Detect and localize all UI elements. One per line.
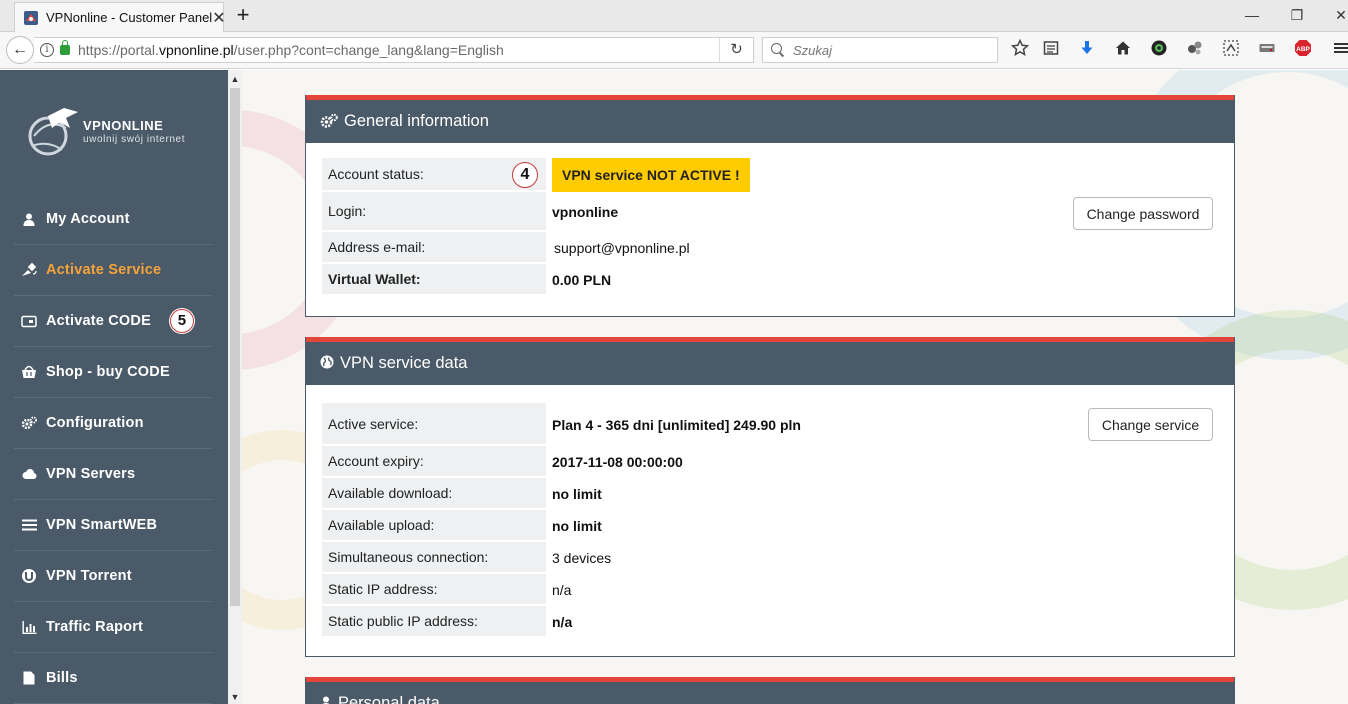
gears-icon (20, 416, 38, 430)
tab-title: VPNonline - Customer Panel (46, 10, 213, 25)
satellite-icon (20, 262, 38, 278)
search-input[interactable] (793, 42, 993, 58)
main-content: General information Account status: VPN … (242, 70, 1348, 704)
star-icon[interactable] (1009, 38, 1031, 61)
menu-icon[interactable] (1330, 39, 1348, 61)
sidebar-menu: My Account Activate Service Activate COD… (14, 194, 212, 704)
wallet-value: 0.00 PLN (552, 272, 612, 288)
login-value: vpnonline (552, 204, 619, 220)
sidebar-item-shop[interactable]: Shop - buy CODE (14, 347, 212, 398)
personal-data-panel: Personal data (305, 677, 1235, 704)
restore-window-icon[interactable]: ❐ (1283, 4, 1311, 26)
reload-icon[interactable]: ↻ (719, 38, 753, 62)
cloud-icon (20, 468, 38, 480)
panel-header: Personal data (306, 677, 1234, 704)
sidebar-item-bills[interactable]: Bills (14, 653, 212, 704)
service-row: Available download: no limit (322, 478, 1217, 510)
site-favicon-icon (23, 10, 39, 26)
change-password-button[interactable]: Change password (1073, 197, 1213, 230)
service-row: Static IP address: n/a (322, 574, 1217, 606)
service-row: Active service: Plan 4 - 365 dni [unlimi… (322, 403, 1217, 446)
scrollbar-thumb[interactable] (230, 88, 240, 606)
panel-title: Personal data (338, 694, 440, 704)
sidebar-item-my-account[interactable]: My Account (14, 194, 212, 245)
bar-chart-icon (20, 620, 38, 634)
sidebar-item-vpn-smartweb[interactable]: VPN SmartWEB (14, 500, 212, 551)
status-badge: VPN service NOT ACTIVE ! (552, 158, 750, 192)
brand-tagline: uwolnij swój internet (83, 134, 186, 145)
list-icon (20, 519, 38, 531)
sidebar-scrollbar[interactable]: ▲ ▼ (228, 70, 242, 704)
sidebar-item-activate-code[interactable]: Activate CODE 5 (14, 296, 212, 347)
panel-title: General information (344, 112, 489, 130)
home-icon[interactable] (1112, 39, 1134, 61)
user-icon (320, 696, 332, 704)
gears-icon (320, 113, 338, 131)
user-icon (20, 213, 38, 226)
service-row: Account expiry: 2017-11-08 00:00:00 (322, 446, 1217, 478)
tab-bar: VPNonline - Customer Panel ✕ + — ❐ ✕ (0, 0, 1348, 32)
service-row: Static public IP address: n/a (322, 606, 1217, 638)
step-badge: 4 (512, 162, 538, 188)
service-row: Available upload: no limit (322, 510, 1217, 542)
scroll-up-icon[interactable]: ▲ (228, 72, 242, 86)
url-text: https://portal.vpnonline.pl/user.php?con… (78, 42, 504, 58)
sidebar-item-traffic-raport[interactable]: Traffic Raport (14, 602, 212, 653)
account-status-row: Account status: VPN service NOT ACTIVE ! (322, 158, 1217, 192)
reader-icon[interactable] (1040, 39, 1062, 61)
service-row: Simultaneous connection: 3 devices (322, 542, 1217, 574)
basket-icon (20, 365, 38, 379)
document-icon (20, 671, 38, 685)
minimize-window-icon[interactable]: — (1238, 4, 1266, 26)
sidebar-item-vpn-torrent[interactable]: VPN Torrent (14, 551, 212, 602)
site-info-icon[interactable]: i (40, 43, 54, 57)
download-icon[interactable] (1076, 39, 1098, 61)
extension-icon[interactable] (1148, 39, 1170, 61)
vpn-service-panel: VPN service data Active service: Plan 4 … (305, 337, 1235, 657)
change-service-button[interactable]: Change service (1088, 408, 1213, 441)
globe-icon (320, 355, 334, 372)
extension-icon[interactable] (1220, 39, 1242, 61)
browser-tab[interactable]: VPNonline - Customer Panel ✕ (14, 2, 226, 32)
navigation-bar: ← i https://portal.vpnonline.pl/user.php… (0, 32, 1348, 69)
scroll-down-icon[interactable]: ▼ (228, 690, 242, 704)
general-information-panel: General information Account status: VPN … (305, 95, 1235, 317)
lock-icon (60, 40, 70, 55)
sidebar-item-vpn-servers[interactable]: VPN Servers (14, 449, 212, 500)
email-row: Address e-mail: support@vpnonline.pl (322, 232, 1217, 264)
panel-header: VPN service data (306, 337, 1234, 385)
sidebar-item-configuration[interactable]: Configuration (14, 398, 212, 449)
extension-icon[interactable] (1256, 39, 1278, 61)
search-box[interactable] (762, 37, 998, 63)
step-badge: 5 (170, 309, 194, 333)
torrent-icon (20, 568, 38, 584)
search-icon (771, 43, 785, 57)
wallet-row: Virtual Wallet: 0.00 PLN (322, 264, 1217, 296)
sidebar-item-activate-service[interactable]: Activate Service (14, 245, 212, 296)
vpnonline-logo[interactable]: VPNONLINE uwolnij swój internet (26, 106, 202, 158)
close-tab-icon[interactable]: ✕ (212, 8, 225, 28)
back-button[interactable]: ← (6, 36, 34, 64)
close-window-icon[interactable]: ✕ (1327, 4, 1348, 26)
adblock-icon[interactable]: ABP (1292, 39, 1314, 61)
sidebar: VPNONLINE uwolnij swój internet My Accou… (0, 70, 228, 704)
new-tab-icon[interactable]: + (232, 4, 254, 28)
svg-text:ABP: ABP (1296, 46, 1310, 53)
email-value: support@vpnonline.pl (554, 240, 690, 256)
panel-title: VPN service data (340, 354, 468, 372)
card-icon (20, 315, 38, 328)
brand-name: VPNONLINE (83, 118, 164, 133)
extension-icon[interactable] (1184, 39, 1206, 61)
address-bar[interactable]: i https://portal.vpnonline.pl/user.php?c… (34, 37, 754, 63)
panel-header: General information (306, 95, 1234, 143)
